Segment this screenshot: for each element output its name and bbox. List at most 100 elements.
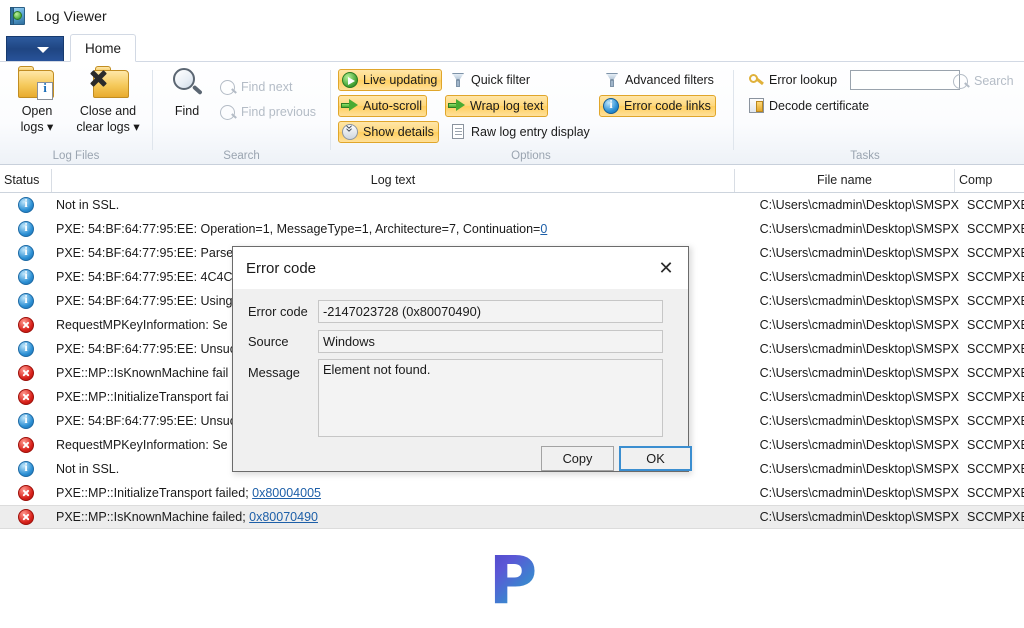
ribbon: Open logs ▾ Close and clear logs ▾ Log F… xyxy=(0,62,1024,165)
ribbon-group-search: Find Find next Find previous Search xyxy=(153,62,330,164)
close-and-clear-logs-button[interactable]: Close and clear logs ▾ xyxy=(68,66,148,134)
status-cell xyxy=(0,196,52,213)
status-cell xyxy=(0,437,52,453)
quick-access-toolbar-button[interactable] xyxy=(6,36,64,62)
group-label-tasks: Tasks xyxy=(850,150,880,162)
file-name-cell: C:\Users\cmadmin\Desktop\SMSPX xyxy=(759,222,959,236)
error-lookup-label: Error lookup xyxy=(769,73,838,87)
wrap-log-text-label: Wrap log text xyxy=(470,99,544,113)
magnifier-small-icon xyxy=(952,72,970,90)
error-icon xyxy=(18,365,34,381)
table-row[interactable]: Not in SSL. C:\Users\cmadmin\Desktop\SMSP… xyxy=(0,193,1024,217)
error-code-field[interactable] xyxy=(318,300,663,323)
status-cell xyxy=(0,220,52,237)
table-row[interactable]: PXE: 54:BF:64:77:95:EE: Operation=1, Mes… xyxy=(0,217,1024,241)
error-code-link[interactable]: 0 xyxy=(540,222,547,236)
quick-filter-button[interactable]: Quick filter xyxy=(449,69,530,91)
window-title: Log Viewer xyxy=(36,8,107,24)
status-cell xyxy=(0,412,52,429)
find-button[interactable]: Find xyxy=(159,66,215,118)
find-previous-button[interactable]: Find previous xyxy=(219,101,316,123)
column-header-file-name[interactable]: File name xyxy=(735,169,955,192)
close-logs-label-line1: Close and xyxy=(79,104,137,118)
show-details-toggle[interactable]: Show details xyxy=(338,121,439,143)
advanced-filters-button[interactable]: Advanced filters xyxy=(603,69,714,91)
folder-info-icon xyxy=(16,66,58,102)
table-row[interactable]: PXE::MP::IsKnownMachine failed; 0x800704… xyxy=(0,505,1024,529)
computer-cell: SCCMPXE xyxy=(967,414,1024,428)
auto-scroll-label: Auto-scroll xyxy=(363,99,423,113)
show-details-label: Show details xyxy=(363,125,434,139)
file-name-cell: C:\Users\cmadmin\Desktop\SMSPX xyxy=(759,342,959,356)
green-arrow-icon xyxy=(448,97,466,115)
tab-home[interactable]: Home xyxy=(70,34,137,62)
computer-cell: SCCMPXE xyxy=(967,198,1024,212)
error-code-link[interactable]: 0x80004005 xyxy=(252,486,321,500)
computer-cell: SCCMPXE xyxy=(967,462,1024,476)
search-label: Search xyxy=(974,74,1014,88)
file-name-cell: C:\Users\cmadmin\Desktop\SMSPX xyxy=(759,246,959,260)
error-code-link[interactable]: 0x80070490 xyxy=(249,510,318,524)
find-label: Find xyxy=(174,104,200,118)
info-icon xyxy=(18,220,34,237)
info-icon xyxy=(18,268,34,285)
error-lookup-search-button[interactable]: Search xyxy=(952,70,1014,92)
status-cell xyxy=(0,244,52,261)
find-previous-label: Find previous xyxy=(241,105,317,119)
file-name-cell: C:\Users\cmadmin\Desktop\SMSPX xyxy=(759,318,959,332)
computer-cell: SCCMPXE xyxy=(967,438,1024,452)
info-icon xyxy=(18,340,34,357)
funnel-icon xyxy=(603,71,621,89)
error-code-links-label: Error code links xyxy=(624,99,711,113)
play-circle-icon xyxy=(341,71,359,89)
computer-cell: SCCMPXE xyxy=(967,222,1024,236)
status-cell xyxy=(0,268,52,285)
folder-close-icon xyxy=(85,66,131,102)
file-name-cell: C:\Users\cmadmin\Desktop\SMSPX xyxy=(759,366,959,380)
info-icon xyxy=(18,292,34,309)
auto-scroll-toggle[interactable]: Auto-scroll xyxy=(338,95,428,117)
tab-strip: Home xyxy=(0,32,1024,62)
log-document-icon xyxy=(8,6,28,26)
source-field[interactable] xyxy=(318,330,663,353)
copy-button[interactable]: Copy xyxy=(541,446,614,471)
decode-certificate-label: Decode certificate xyxy=(769,99,870,113)
find-next-button[interactable]: Find next xyxy=(219,76,292,98)
column-header-computer[interactable]: Comp xyxy=(955,169,1024,192)
advanced-filters-label: Advanced filters xyxy=(625,73,714,87)
watermark: P xyxy=(0,534,1024,628)
wrap-log-text-toggle[interactable]: Wrap log text xyxy=(445,95,549,117)
ribbon-group-log-files: Open logs ▾ Close and clear logs ▾ Log F… xyxy=(0,62,152,164)
file-name-cell: C:\Users\cmadmin\Desktop\SMSPX xyxy=(759,270,959,284)
status-cell xyxy=(0,365,52,381)
open-logs-button[interactable]: Open logs ▾ xyxy=(4,66,70,134)
error-icon xyxy=(18,389,34,405)
error-lookup-input[interactable] xyxy=(850,70,960,90)
computer-cell: SCCMPXE xyxy=(967,270,1024,284)
dialog-body: Error code Source Message Element not fo… xyxy=(233,289,692,473)
green-arrow-icon xyxy=(341,97,359,115)
key-icon xyxy=(747,71,765,89)
column-header-log-text[interactable]: Log text xyxy=(52,169,735,192)
column-header-status[interactable]: Status xyxy=(0,169,52,192)
error-lookup-button[interactable]: Error lookup xyxy=(747,69,837,91)
file-name-cell: C:\Users\cmadmin\Desktop\SMSPX xyxy=(759,462,959,476)
decode-certificate-button[interactable]: Decode certificate xyxy=(747,95,869,117)
raw-log-entry-display-button[interactable]: Raw log entry display xyxy=(449,121,590,143)
error-icon xyxy=(18,509,34,525)
source-field-label: Source xyxy=(248,334,289,349)
group-label-search: Search xyxy=(223,150,260,162)
message-field[interactable]: Element not found. xyxy=(318,359,663,437)
open-logs-label-line1: Open xyxy=(21,104,53,118)
info-circle-icon xyxy=(602,97,620,115)
file-name-cell: C:\Users\cmadmin\Desktop\SMSPX xyxy=(759,390,959,404)
close-icon[interactable]: ✕ xyxy=(644,247,688,289)
live-updating-toggle[interactable]: Live updating xyxy=(338,69,443,91)
funnel-icon xyxy=(449,71,467,89)
error-code-links-toggle[interactable]: Error code links xyxy=(599,95,716,117)
ok-button[interactable]: OK xyxy=(619,446,692,471)
file-name-cell: C:\Users\cmadmin\Desktop\SMSPX xyxy=(759,414,959,428)
table-row[interactable]: PXE::MP::InitializeTransport failed; 0x8… xyxy=(0,481,1024,505)
status-cell xyxy=(0,317,52,333)
computer-cell: SCCMPXE xyxy=(967,366,1024,380)
